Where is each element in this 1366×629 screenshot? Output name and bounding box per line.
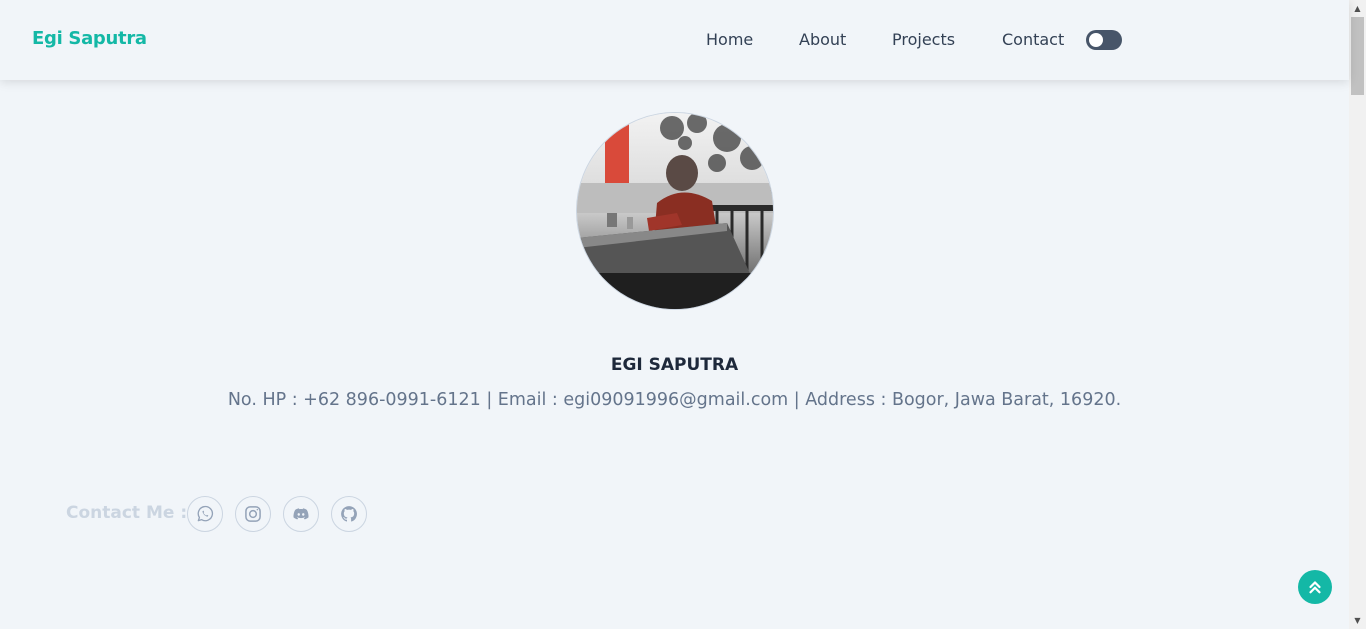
profile-photo-image xyxy=(577,113,773,309)
scroll-down-arrow-icon[interactable]: ▼ xyxy=(1349,612,1366,629)
page-scrollbar[interactable]: ▲ ▼ xyxy=(1349,0,1366,629)
github-link[interactable] xyxy=(331,496,367,532)
nav-about[interactable]: About xyxy=(799,30,846,49)
navbar: Egi Saputra Home About Projects Contact xyxy=(0,0,1349,80)
brand-logo[interactable]: Egi Saputra xyxy=(32,28,147,49)
back-to-top-button[interactable] xyxy=(1298,570,1332,604)
discord-icon xyxy=(293,508,309,520)
theme-toggle[interactable] xyxy=(1086,30,1122,50)
contact-label: Contact Me : xyxy=(66,503,188,523)
instagram-icon xyxy=(245,506,261,522)
profile-photo xyxy=(576,112,774,310)
github-icon xyxy=(341,506,357,522)
nav-home[interactable]: Home xyxy=(706,30,753,49)
scroll-up-arrow-icon[interactable]: ▲ xyxy=(1349,0,1366,17)
toggle-knob xyxy=(1089,33,1103,47)
discord-link[interactable] xyxy=(283,496,319,532)
chevron-double-up-icon xyxy=(1309,581,1321,594)
whatsapp-link[interactable] xyxy=(187,496,223,532)
scrollbar-thumb[interactable] xyxy=(1351,17,1364,95)
nav-contact[interactable]: Contact xyxy=(1002,30,1064,49)
nav-projects[interactable]: Projects xyxy=(892,30,955,49)
profile-name: EGI SAPUTRA xyxy=(610,355,739,375)
instagram-link[interactable] xyxy=(235,496,271,532)
whatsapp-icon xyxy=(197,505,214,522)
profile-contact-info: No. HP : +62 896-0991-6121 | Email : egi… xyxy=(227,390,1122,410)
